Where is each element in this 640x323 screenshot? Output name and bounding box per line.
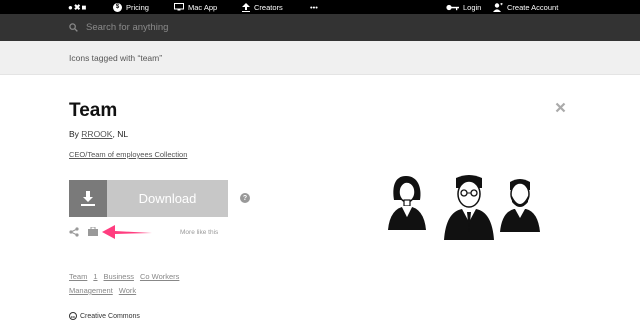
download-button[interactable]: Download (69, 180, 228, 217)
nav-login[interactable]: Login (446, 0, 481, 14)
man-figure-icon (444, 175, 494, 240)
team-icon-preview (388, 175, 540, 240)
nav-pricing-label: Pricing (126, 2, 149, 12)
tag-link[interactable]: Work (119, 286, 136, 295)
search-icon (69, 23, 78, 32)
monitor-icon (174, 3, 184, 11)
key-icon (446, 4, 459, 10)
nav-creators-label: Creators (254, 2, 283, 12)
more-like-this-link[interactable]: More like this (180, 229, 218, 236)
tag-banner: Icons tagged with “team” (0, 41, 640, 75)
upload-icon (242, 2, 250, 12)
woman-figure-icon (388, 176, 426, 230)
nav-login-label: Login (463, 2, 482, 12)
icon-title: Team (69, 100, 118, 121)
license-label: Creative Commons (80, 312, 140, 320)
more-menu-button[interactable]: ••• (310, 0, 318, 14)
collection-link[interactable]: CEO/Team of employees Collection (69, 150, 187, 159)
share-icon[interactable] (69, 227, 79, 237)
tag-link[interactable]: Co Workers (140, 272, 179, 281)
download-icon (69, 180, 107, 217)
author-location: , NL (112, 129, 129, 139)
close-icon[interactable] (555, 102, 566, 113)
tag-list: Management Work (69, 286, 136, 295)
nav-creators[interactable]: Creators (242, 0, 283, 14)
creative-commons-icon: cc (69, 312, 77, 320)
top-navigation-bar: ●✖■ $ Pricing Mac App Creators ••• Login… (0, 0, 640, 14)
briefcase-icon[interactable] (88, 227, 98, 236)
tag-link[interactable]: Management (69, 286, 113, 295)
dollar-icon: $ (113, 2, 122, 12)
license-info: cc Creative Commons (69, 312, 140, 320)
byline-prefix: By (69, 129, 79, 139)
logo[interactable]: ●✖■ (68, 0, 87, 14)
tag-banner-text: Icons tagged with “team” (69, 53, 163, 63)
nav-mac-app-label: Mac App (188, 2, 218, 12)
annotation-arrow-icon (102, 225, 152, 239)
tag-link[interactable]: Team (69, 272, 87, 281)
nav-create-account-label: Create Account (507, 2, 559, 12)
search-input[interactable] (86, 19, 566, 36)
bearded-man-figure-icon (500, 179, 540, 232)
tag-list: Team 1 Business Co Workers (69, 272, 179, 281)
author-link[interactable]: RROOK (81, 129, 112, 139)
help-icon[interactable]: ? (240, 193, 250, 203)
add-user-icon (493, 2, 503, 12)
download-label: Download (107, 180, 228, 217)
nav-pricing[interactable]: $ Pricing (113, 0, 149, 14)
byline: By RROOK, NL (69, 129, 128, 139)
search-bar (0, 14, 640, 41)
tag-link[interactable]: Business (104, 272, 134, 281)
nav-create-account[interactable]: Create Account (493, 0, 558, 14)
tag-link[interactable]: 1 (93, 272, 97, 281)
nav-mac-app[interactable]: Mac App (174, 0, 217, 14)
